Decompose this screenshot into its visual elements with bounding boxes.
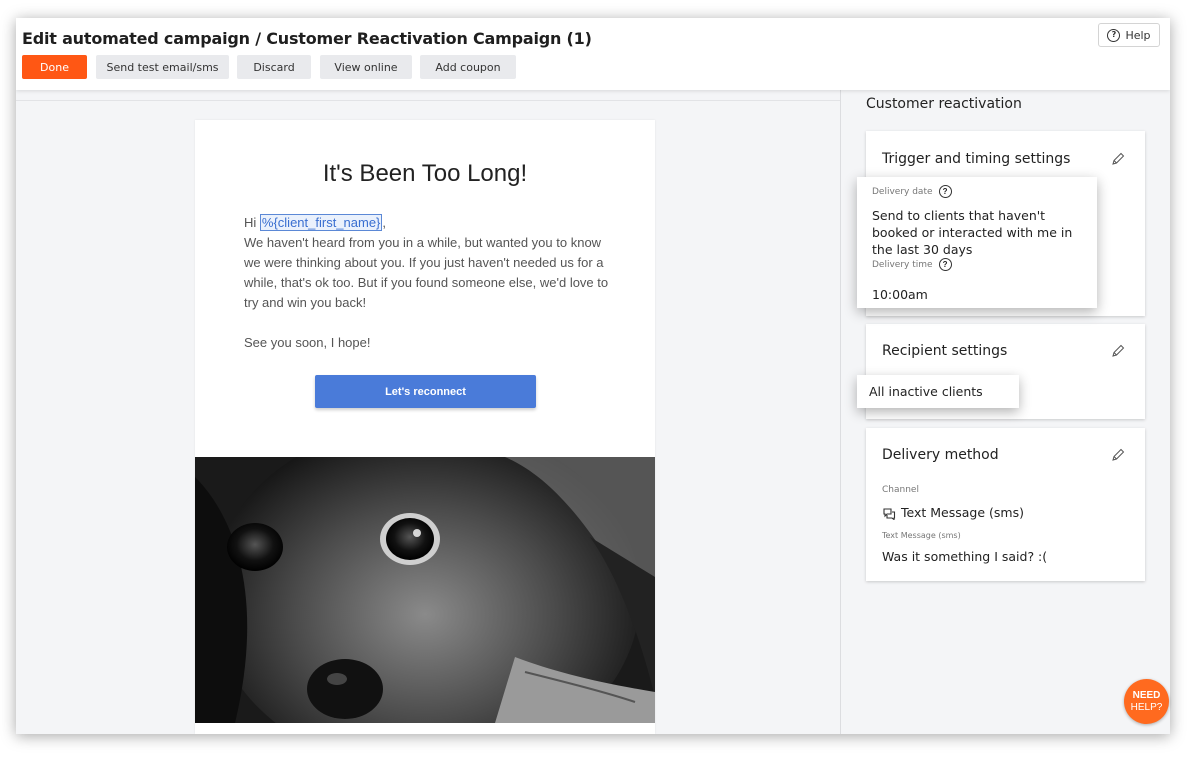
- need-help-line1: NEED: [1132, 689, 1161, 701]
- page-title: Edit automated campaign / Customer React…: [22, 29, 592, 48]
- delivery-card-title: Delivery method: [882, 447, 999, 463]
- need-help-line2: HELP?: [1130, 701, 1163, 713]
- divider: [16, 100, 840, 101]
- app-window: Edit automated campaign / Customer React…: [16, 18, 1170, 734]
- header-bar: Edit automated campaign / Customer React…: [16, 18, 1170, 90]
- sms-bubble-icon: [883, 507, 896, 520]
- trigger-card-title: Trigger and timing settings: [882, 151, 1071, 167]
- delivery-date-value: Send to clients that haven't booked or i…: [872, 208, 1073, 257]
- channel-label: Channel: [882, 485, 919, 495]
- need-help-button[interactable]: NEED HELP?: [1124, 679, 1169, 724]
- greeting-end: ,: [382, 215, 387, 230]
- info-icon[interactable]: ?: [938, 258, 952, 271]
- pencil-icon[interactable]: [1111, 152, 1125, 166]
- email-body[interactable]: Hi %{client_first_name}, We haven't hear…: [244, 213, 614, 353]
- help-button[interactable]: ? Help: [1098, 23, 1160, 47]
- delivery-time-value: 10:00am: [872, 287, 928, 302]
- question-circle-icon: ?: [1107, 28, 1121, 42]
- email-paragraph: We haven't heard from you in a while, bu…: [244, 235, 609, 310]
- delivery-time-label: Delivery time: [872, 259, 933, 270]
- send-test-button[interactable]: Send test email/sms: [96, 55, 229, 79]
- help-label: Help: [1125, 28, 1151, 42]
- delivery-date-label: Delivery date: [872, 186, 933, 197]
- panel-title: Customer reactivation: [866, 96, 1022, 112]
- recipient-value: All inactive clients: [869, 384, 983, 399]
- reconnect-cta-button[interactable]: Let's reconnect: [315, 375, 536, 408]
- merge-tag-token[interactable]: %{client_first_name}: [259, 214, 383, 231]
- recipient-card-title: Recipient settings: [882, 343, 1008, 359]
- delivery-time-row: Delivery time ?: [872, 258, 952, 271]
- recipient-popover: All inactive clients: [857, 375, 1019, 408]
- info-icon[interactable]: ?: [938, 185, 952, 198]
- done-button[interactable]: Done: [22, 55, 87, 79]
- add-coupon-button[interactable]: Add coupon: [420, 55, 516, 79]
- email-canvas: It's Been Too Long! Hi %{client_first_na…: [16, 90, 840, 734]
- pencil-icon[interactable]: [1111, 448, 1125, 462]
- trigger-details-popover: Delivery date ? Send to clients that hav…: [857, 177, 1097, 308]
- sms-label: Text Message (sms): [882, 531, 961, 540]
- pencil-icon[interactable]: [1111, 344, 1125, 358]
- delivery-date-row: Delivery date ?: [872, 185, 952, 198]
- channel-row: Text Message (sms): [882, 504, 1024, 521]
- greeting: Hi: [244, 215, 260, 230]
- delivery-card: Delivery method Channel Text Message (sm…: [866, 428, 1145, 581]
- discard-button[interactable]: Discard: [237, 55, 311, 79]
- dog-image: [195, 457, 655, 723]
- sms-message: Was it something I said? :(: [882, 549, 1048, 564]
- view-online-button[interactable]: View online: [320, 55, 412, 79]
- dog-photo: [195, 457, 655, 723]
- email-preview: It's Been Too Long! Hi %{client_first_na…: [195, 120, 655, 734]
- channel-value: Text Message (sms): [901, 505, 1024, 520]
- email-signoff: See you soon, I hope!: [244, 335, 371, 350]
- email-heading[interactable]: It's Been Too Long!: [195, 160, 655, 188]
